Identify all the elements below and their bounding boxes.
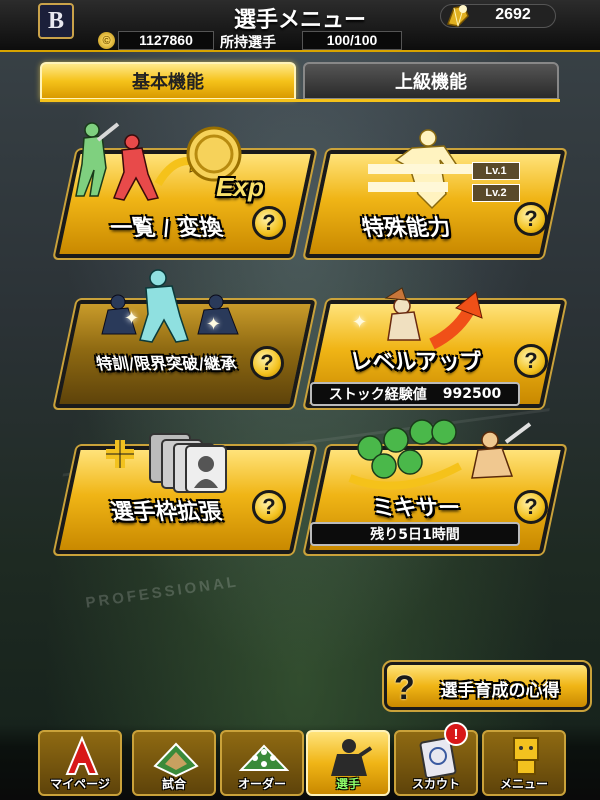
- list-convert-help-button[interactable]: ?: [252, 206, 286, 240]
- players-exp-icon: [75, 122, 242, 201]
- nav-mypage-label: マイページ: [50, 777, 110, 791]
- lv2-tag: Lv.2: [472, 184, 520, 202]
- sparkle-icon: ✦: [352, 312, 368, 333]
- level-up-label: レベルアップ: [347, 350, 486, 375]
- nav-order[interactable]: オーダー: [220, 730, 304, 796]
- player-icon: [331, 739, 373, 776]
- mixer-help-button[interactable]: ?: [514, 490, 548, 524]
- stock-exp-label: ストック経験値: [328, 387, 427, 403]
- nav-players-label: 選手: [335, 777, 360, 791]
- expand-slots-label: 選手枠拡張: [108, 500, 225, 525]
- mixer-remaining-pill: 残り5日1時間: [310, 522, 520, 546]
- nav-menu-label: メニュー: [499, 777, 548, 791]
- exp-badge: Exp: [216, 172, 264, 202]
- sparkle-icon: ✦: [206, 314, 222, 335]
- question-icon: ?: [394, 669, 415, 707]
- level-up-help-button[interactable]: ?: [514, 344, 548, 378]
- list-convert-label: 一覧 / 変換: [108, 216, 225, 241]
- nav-mypage[interactable]: マイページ: [38, 730, 122, 796]
- nav-players[interactable]: 選手: [306, 730, 390, 796]
- training-tips-label: 選手育成の心得: [440, 681, 560, 701]
- stock-exp-pill: ストック経験値 992500: [310, 382, 520, 406]
- money-amount: 1127860: [118, 31, 214, 50]
- player-cards-plus-icon: [106, 433, 227, 493]
- gem-count: 2692: [495, 6, 531, 23]
- mixer-remaining-time: 残り5日1時間: [370, 527, 460, 543]
- field-order-icon: [239, 744, 289, 771]
- scout-alert-badge: !: [444, 722, 468, 746]
- special-ability-label: 特殊能力: [359, 216, 454, 241]
- training-players-icon: [101, 269, 239, 343]
- tab-underline: [40, 99, 560, 102]
- special-ability-help-button[interactable]: ?: [514, 202, 548, 236]
- nav-game[interactable]: 試合: [132, 730, 216, 796]
- expand-slots-help-button[interactable]: ?: [252, 490, 286, 524]
- training-help-button[interactable]: ?: [250, 346, 284, 380]
- owned-players-label: 所持選手: [220, 35, 276, 51]
- stock-exp-value: 992500: [442, 386, 502, 402]
- stadium-icon: [153, 742, 199, 778]
- a-logo-icon: [65, 736, 99, 775]
- tab-advanced-functions[interactable]: 上級機能: [303, 62, 559, 100]
- nav-menu[interactable]: メニュー: [482, 730, 566, 796]
- nav-game-label: 試合: [161, 777, 186, 791]
- baseball-gem-icon: [446, 5, 469, 27]
- mixer-label: ミキサー: [369, 496, 464, 521]
- nav-scout-label: スカウト: [411, 777, 460, 791]
- mixer-icon: [348, 419, 532, 490]
- lv1-tag: Lv.1: [472, 162, 520, 180]
- menu-character-icon: [513, 737, 539, 775]
- sparkle-icon: ✦: [124, 308, 140, 329]
- tab-basic-functions[interactable]: 基本機能: [40, 62, 296, 100]
- owned-players-count: 100/100: [302, 31, 402, 50]
- nav-order-label: オーダー: [237, 777, 286, 791]
- training-label: 特訓/限界突破/継承: [94, 354, 239, 373]
- coin-icon: ©: [98, 32, 115, 49]
